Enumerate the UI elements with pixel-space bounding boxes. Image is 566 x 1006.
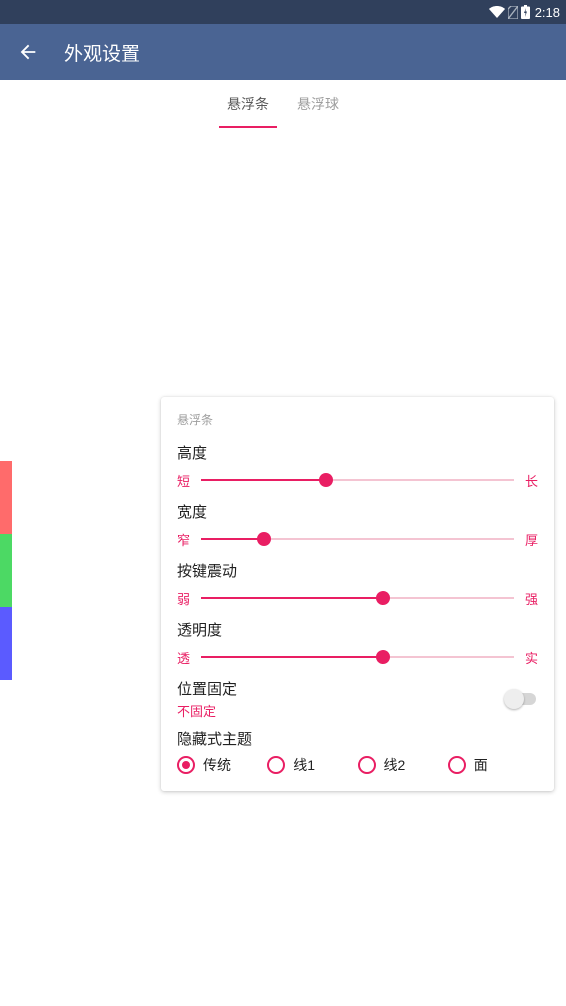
app-bar: 外观设置 (0, 24, 566, 80)
page-title: 外观设置 (64, 39, 140, 66)
width-slider[interactable] (201, 527, 514, 551)
slider-max-label: 长 (524, 471, 538, 490)
tab-floating-ball[interactable]: 悬浮球 (283, 80, 353, 128)
slider-min-label: 弱 (177, 589, 191, 608)
radio-line1[interactable]: 线1 (267, 755, 357, 775)
back-button[interactable] (16, 40, 40, 64)
radio-icon (448, 756, 466, 774)
radio-traditional[interactable]: 传统 (177, 755, 267, 775)
slider-max-label: 厚 (524, 530, 538, 549)
sim-icon (508, 6, 518, 19)
color-strip-blue (0, 607, 12, 680)
setting-vibration: 按键震动 弱 强 (177, 560, 538, 613)
setting-position-lock: 位置固定 不固定 (177, 678, 538, 720)
tab-bar: 悬浮条 悬浮球 (0, 80, 566, 128)
radio-icon (267, 756, 285, 774)
position-lock-switch[interactable] (504, 689, 538, 709)
battery-icon (521, 5, 530, 19)
setting-title: 位置固定 (177, 678, 237, 699)
settings-card: 悬浮条 高度 短 长 宽度 窄 厚 按键震动 弱 强 (161, 397, 554, 791)
vibration-slider[interactable] (201, 586, 514, 610)
setting-height: 高度 短 长 (177, 442, 538, 495)
tab-label: 悬浮条 (227, 94, 269, 114)
tab-label: 悬浮球 (297, 94, 339, 114)
color-strip-green (0, 534, 12, 607)
setting-title: 宽度 (177, 501, 538, 522)
radio-line2[interactable]: 线2 (358, 755, 448, 775)
slider-min-label: 透 (177, 648, 191, 667)
side-color-strip (0, 461, 12, 680)
tab-floating-bar[interactable]: 悬浮条 (213, 80, 283, 128)
radio-surface[interactable]: 面 (448, 755, 538, 775)
height-slider[interactable] (201, 468, 514, 492)
radio-label: 线1 (293, 755, 315, 775)
setting-title: 透明度 (177, 619, 538, 640)
setting-opacity: 透明度 透 实 (177, 619, 538, 672)
setting-title: 按键震动 (177, 560, 538, 581)
setting-hidden-theme: 隐藏式主题 传统 线1 线2 面 (177, 728, 538, 775)
setting-title: 隐藏式主题 (177, 728, 538, 749)
radio-icon (177, 756, 195, 774)
wifi-icon (489, 6, 505, 18)
radio-label: 线2 (384, 755, 406, 775)
section-label: 悬浮条 (177, 411, 538, 428)
slider-min-label: 窄 (177, 530, 191, 549)
setting-title: 高度 (177, 442, 538, 463)
color-strip-red (0, 461, 12, 534)
setting-subtitle: 不固定 (177, 701, 237, 720)
slider-max-label: 强 (524, 589, 538, 608)
slider-max-label: 实 (524, 648, 538, 667)
status-bar: 2:18 (0, 0, 566, 24)
radio-label: 面 (474, 755, 488, 775)
opacity-slider[interactable] (201, 645, 514, 669)
slider-min-label: 短 (177, 471, 191, 490)
status-time: 2:18 (535, 5, 560, 20)
setting-width: 宽度 窄 厚 (177, 501, 538, 554)
radio-label: 传统 (203, 755, 231, 775)
radio-icon (358, 756, 376, 774)
